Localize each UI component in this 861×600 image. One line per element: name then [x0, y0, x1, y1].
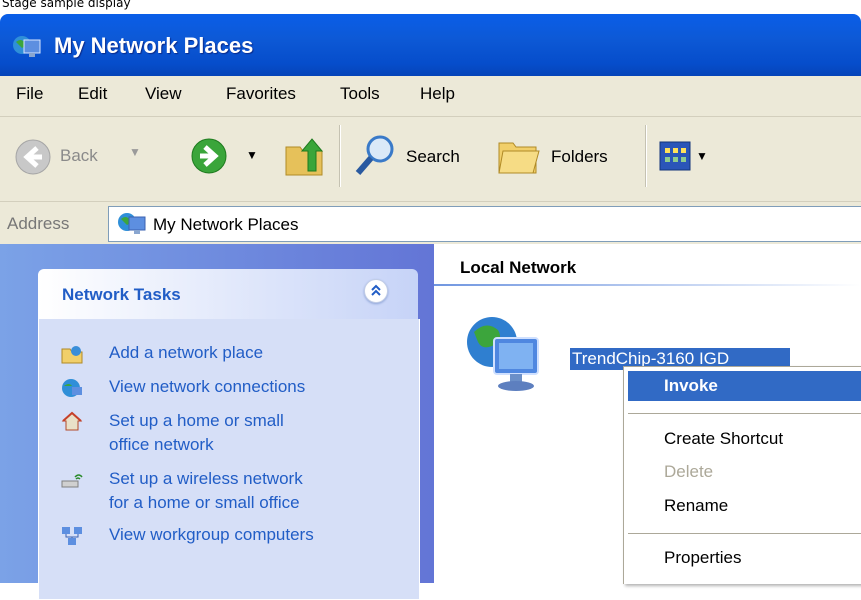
back-dropdown-icon[interactable]: ▼ — [129, 145, 141, 159]
network-places-icon — [13, 36, 41, 57]
network-places-icon — [118, 213, 146, 234]
address-bar: Address My Network Places — [0, 202, 861, 244]
menu-favorites[interactable]: Favorites — [226, 84, 296, 104]
address-value: My Network Places — [153, 215, 299, 234]
toolbar-separator — [645, 125, 647, 187]
menu-separator — [628, 533, 861, 534]
network-connections-icon — [62, 379, 82, 397]
forward-dropdown-icon[interactable]: ▼ — [246, 148, 258, 162]
menu-help[interactable]: Help — [420, 84, 455, 104]
folders-icon — [498, 142, 540, 174]
network-tasks-title: Network Tasks — [62, 285, 181, 304]
add-network-place-icon — [61, 346, 83, 364]
search-icon — [355, 135, 394, 175]
wireless-network-icon — [61, 474, 83, 488]
title-bar[interactable]: My Network Places — [0, 14, 861, 76]
toolbar: Back ▼ ▼ Search Folders ▼ — [0, 117, 861, 202]
folders-button[interactable]: Folders — [497, 135, 637, 179]
window-title: My Network Places — [54, 33, 254, 58]
menu-item-invoke[interactable]: Invoke — [628, 371, 861, 401]
network-tasks-panel: Network Tasks Add a network place View n… — [38, 269, 420, 600]
caption: Stage sample display — [0, 0, 861, 14]
workgroup-computers-icon — [62, 527, 82, 545]
address-label: Address — [7, 214, 70, 233]
back-arrow-icon — [15, 139, 51, 175]
views-button[interactable]: ▼ — [658, 139, 728, 175]
menu-view[interactable]: View — [145, 84, 182, 104]
context-menu: Invoke Create Shortcut Delete Rename Pro… — [623, 366, 861, 584]
search-button[interactable]: Search — [354, 133, 484, 179]
group-heading: Local Network — [460, 258, 577, 277]
menu-tools[interactable]: Tools — [340, 84, 380, 104]
collapse-button[interactable] — [364, 279, 388, 303]
menu-item-rename[interactable]: Rename — [628, 491, 861, 521]
forward-arrow-icon[interactable] — [190, 137, 228, 175]
back-label: Back — [60, 146, 98, 165]
group-divider — [434, 284, 861, 286]
network-tasks-list: Add a network place View network connect… — [38, 319, 420, 600]
tasks-pane: Network Tasks Add a network place View n… — [0, 244, 434, 600]
search-label: Search — [406, 147, 460, 166]
views-dropdown-icon: ▼ — [696, 149, 708, 163]
address-input[interactable]: My Network Places — [108, 206, 861, 242]
menu-item-create-shortcut[interactable]: Create Shortcut — [628, 424, 861, 454]
up-folder-icon[interactable] — [284, 135, 324, 177]
chevron-up-icon — [371, 284, 381, 296]
menu-file[interactable]: File — [16, 84, 43, 104]
views-icon — [659, 141, 691, 171]
folders-label: Folders — [551, 147, 608, 166]
menu-bar: File Edit View Favorites Tools Help — [0, 76, 861, 117]
network-device-icon[interactable] — [464, 314, 544, 396]
back-button[interactable]: Back ▼ — [14, 135, 164, 179]
home-network-icon — [61, 411, 83, 431]
network-tasks-header[interactable]: Network Tasks — [38, 269, 418, 319]
menu-edit[interactable]: Edit — [78, 84, 107, 104]
menu-item-delete: Delete — [664, 462, 714, 481]
menu-separator — [628, 413, 861, 414]
toolbar-separator — [339, 125, 341, 187]
menu-item-properties[interactable]: Properties — [628, 543, 861, 573]
